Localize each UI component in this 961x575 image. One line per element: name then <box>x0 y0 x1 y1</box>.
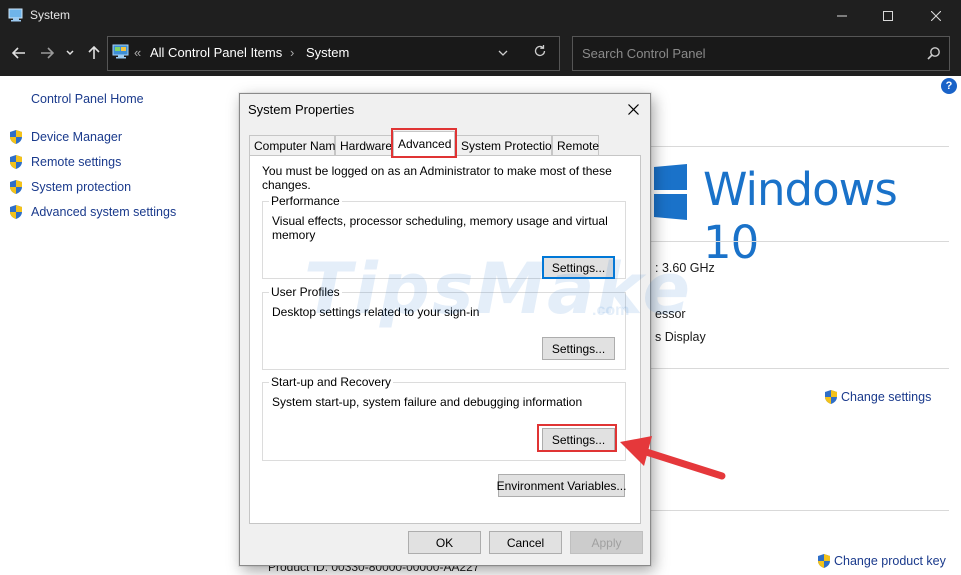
startup-recovery-legend: Start-up and Recovery <box>269 375 394 389</box>
shield-icon <box>10 205 22 219</box>
cancel-button[interactable]: Cancel <box>489 531 562 554</box>
help-icon[interactable]: ? <box>941 78 957 94</box>
up-button[interactable] <box>84 43 104 63</box>
startup-recovery-group: Start-up and Recovery System start-up, s… <box>262 375 626 461</box>
user-profiles-settings-button[interactable]: Settings... <box>542 337 615 360</box>
sidebar-item-label: Advanced system settings <box>31 205 177 219</box>
ok-button[interactable]: OK <box>408 531 481 554</box>
back-button[interactable] <box>9 43 29 63</box>
admin-note: You must be logged on as an Administrato… <box>262 164 612 192</box>
chevron-down-icon <box>66 50 74 56</box>
sidebar-item-label: Remote settings <box>31 155 122 169</box>
breadcrumb-system[interactable]: System <box>306 45 349 60</box>
control-panel-home-link[interactable]: Control Panel Home <box>31 92 144 106</box>
performance-group: Performance Visual effects, processor sc… <box>262 194 626 279</box>
search-box[interactable] <box>572 36 950 71</box>
change-settings-link[interactable]: Change settings <box>823 389 931 405</box>
performance-legend: Performance <box>269 194 342 208</box>
windows-logo-icon <box>654 164 687 220</box>
arrow-right-icon <box>41 47 54 59</box>
address-dropdown[interactable] <box>498 46 508 60</box>
shield-icon <box>818 554 830 568</box>
advanced-tab-panel: You must be logged on as an Administrato… <box>249 155 641 524</box>
change-settings-label: Change settings <box>841 390 932 404</box>
search-input[interactable] <box>573 37 913 70</box>
close-icon <box>931 10 941 21</box>
breadcrumb-all-items[interactable]: All Control Panel Items <box>150 45 282 60</box>
chevron-down-icon <box>498 50 508 56</box>
tab-system-protection[interactable]: System Protection <box>456 135 558 155</box>
dialog-close-button[interactable] <box>624 100 642 118</box>
section-divider <box>651 368 949 369</box>
arrow-up-icon <box>88 46 100 59</box>
refresh-icon <box>534 45 546 57</box>
tab-computer-name[interactable]: Computer Name <box>249 135 342 155</box>
breadcrumb-overflow[interactable]: « <box>134 45 141 60</box>
section-divider <box>651 241 949 242</box>
environment-variables-button[interactable]: Environment Variables... <box>497 474 626 497</box>
tab-advanced[interactable]: Advanced <box>393 131 455 156</box>
sidebar-item-device-manager[interactable]: Device Manager <box>8 128 122 146</box>
window-title: System <box>30 8 71 22</box>
close-icon <box>627 103 639 115</box>
title-bar: System <box>0 0 961 31</box>
shield-icon <box>10 180 22 194</box>
maximize-button[interactable] <box>865 0 911 31</box>
user-profiles-legend: User Profiles <box>269 285 342 299</box>
address-box[interactable]: « All Control Panel Items › System <box>107 36 560 71</box>
dialog-title: System Properties <box>248 102 355 117</box>
performance-settings-button[interactable]: Settings... <box>542 256 615 279</box>
performance-description: Visual effects, processor scheduling, me… <box>272 214 608 242</box>
tab-remote[interactable]: Remote <box>552 135 599 155</box>
change-product-key-link[interactable]: Change product key <box>816 553 946 569</box>
system-type-text: essor <box>655 307 686 321</box>
shield-icon <box>10 130 22 144</box>
forward-button[interactable] <box>37 43 57 63</box>
tab-hardware[interactable]: Hardware <box>335 135 392 155</box>
sidebar-item-system-protection[interactable]: System protection <box>8 178 131 196</box>
startup-recovery-settings-button[interactable]: Settings... <box>542 428 615 451</box>
breadcrumb-separator[interactable]: › <box>290 45 294 60</box>
apply-button[interactable]: Apply <box>570 531 643 554</box>
processor-speed-text: : 3.60 GHz <box>655 261 715 275</box>
search-icon[interactable] <box>927 46 941 60</box>
minimize-button[interactable] <box>819 0 865 31</box>
windows-brand-text: Windows 10 <box>703 163 898 269</box>
maximize-icon <box>883 10 893 21</box>
recent-locations-button[interactable] <box>63 43 77 63</box>
section-divider <box>651 146 949 147</box>
section-divider <box>651 510 949 511</box>
system-app-icon <box>8 8 23 22</box>
change-product-key-label: Change product key <box>834 554 946 568</box>
sidebar-item-label: System protection <box>31 180 132 194</box>
pen-touch-text: s Display <box>655 330 706 344</box>
user-profiles-group: User Profiles Desktop settings related t… <box>262 285 626 370</box>
sidebar-item-remote-settings[interactable]: Remote settings <box>8 153 121 171</box>
minimize-icon <box>837 15 847 16</box>
left-pane: Control Panel Home Device Manager Remote… <box>0 76 235 575</box>
system-properties-dialog: System Properties Computer Name Hardware… <box>239 93 651 566</box>
startup-recovery-description: System start-up, system failure and debu… <box>272 395 583 409</box>
close-window-button[interactable] <box>913 0 959 31</box>
shield-icon <box>10 155 22 169</box>
sidebar-item-label: Device Manager <box>31 130 123 144</box>
arrow-left-icon <box>12 47 25 59</box>
refresh-button[interactable] <box>533 44 547 61</box>
sidebar-item-advanced-system-settings[interactable]: Advanced system settings <box>8 203 176 221</box>
control-panel-icon <box>112 44 129 59</box>
shield-icon <box>825 390 837 404</box>
user-profiles-description: Desktop settings related to your sign-in <box>272 305 480 319</box>
